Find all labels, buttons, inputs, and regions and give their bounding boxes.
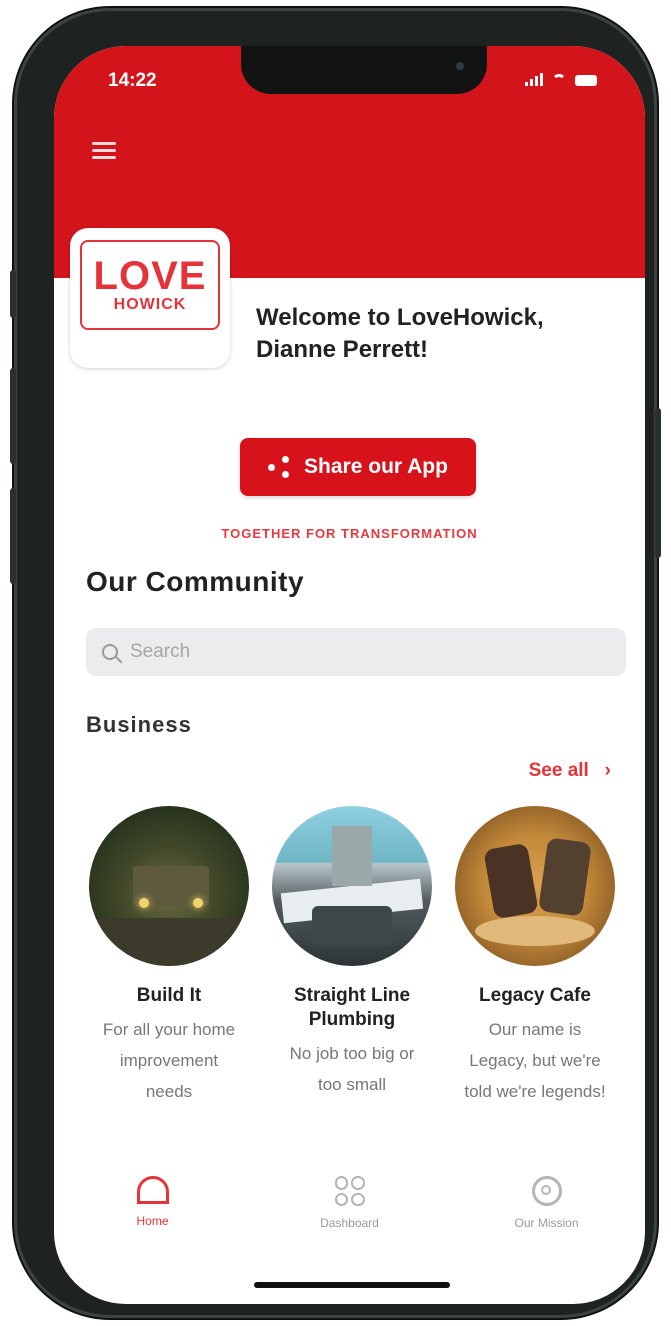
power-button bbox=[655, 408, 661, 558]
tab-home[interactable]: Home bbox=[83, 1176, 223, 1256]
business-card-straight-line-plumbing[interactable]: Straight Line Plumbing No job too big or… bbox=[265, 806, 439, 1107]
tab-our-mission[interactable]: Our Mission bbox=[477, 1176, 617, 1256]
battery-icon bbox=[575, 75, 597, 86]
volume-down-button bbox=[10, 488, 16, 584]
mute-switch bbox=[10, 270, 16, 318]
app-screen: 14:22 LOVE HOWICK Welcome to LoveHowick,… bbox=[54, 46, 645, 1304]
tab-dashboard[interactable]: Dashboard bbox=[280, 1176, 420, 1256]
business-description: No job too big or too small bbox=[289, 1044, 415, 1094]
logo-line2: HOWICK bbox=[113, 296, 187, 313]
share-app-button[interactable]: Share our App bbox=[240, 438, 476, 496]
business-card-legacy-cafe[interactable]: Legacy Cafe Our name is Legacy, but we'r… bbox=[448, 806, 622, 1107]
home-icon bbox=[136, 1176, 169, 1204]
wifi-icon bbox=[552, 74, 566, 84]
mission-icon bbox=[531, 1176, 562, 1206]
tagline: TOGETHER FOR TRANSFORMATION bbox=[221, 526, 478, 541]
business-name: Straight Line Plumbing bbox=[293, 985, 411, 1030]
logo-line1: LOVE bbox=[93, 254, 207, 298]
search-input[interactable] bbox=[128, 640, 592, 664]
notch bbox=[241, 46, 487, 94]
chevron-right-icon: › bbox=[594, 760, 611, 781]
hamburger-menu-icon[interactable] bbox=[92, 142, 116, 159]
home-indicator[interactable] bbox=[254, 1282, 450, 1288]
welcome-message: Welcome to LoveHowick, Dianne Perrett! bbox=[256, 304, 544, 363]
status-time: 14:22 bbox=[108, 70, 157, 91]
bottom-tab-bar: Home Dashboard Our Mission bbox=[54, 1176, 645, 1256]
search-bar[interactable] bbox=[86, 628, 626, 676]
see-all-link[interactable]: See all › bbox=[529, 760, 611, 782]
business-thumbnail bbox=[89, 806, 249, 966]
search-icon bbox=[102, 644, 118, 660]
business-card-build-it[interactable]: Build It For all your home improvement n… bbox=[82, 806, 256, 1107]
camera-icon bbox=[456, 62, 464, 70]
volume-up-button bbox=[10, 368, 16, 464]
business-thumbnail bbox=[455, 806, 615, 966]
tab-label: Our Mission bbox=[514, 1216, 579, 1230]
cellular-signal-icon bbox=[525, 72, 543, 86]
business-description: For all your home improvement needs bbox=[102, 1020, 236, 1101]
share-icon bbox=[268, 456, 294, 478]
logo-card: LOVE HOWICK bbox=[70, 228, 230, 368]
lovehowick-logo: LOVE HOWICK bbox=[80, 240, 220, 330]
tab-label: Home bbox=[136, 1214, 169, 1228]
share-app-label: Share our App bbox=[304, 455, 448, 478]
business-name: Legacy Cafe bbox=[479, 985, 591, 1006]
see-all-label: See all bbox=[528, 760, 589, 781]
status-icons bbox=[525, 72, 597, 86]
business-name: Build It bbox=[136, 985, 202, 1006]
business-title: Business bbox=[86, 712, 192, 737]
business-thumbnail bbox=[272, 806, 432, 966]
dashboard-icon bbox=[334, 1176, 365, 1206]
business-list: Build It For all your home improvement n… bbox=[82, 806, 622, 1107]
phone-frame: 14:22 LOVE HOWICK Welcome to LoveHowick,… bbox=[10, 8, 661, 1318]
community-title: Our Community bbox=[86, 566, 305, 597]
business-description: Our name is Legacy, but we're told we're… bbox=[464, 1020, 606, 1101]
tab-label: Dashboard bbox=[320, 1216, 379, 1230]
